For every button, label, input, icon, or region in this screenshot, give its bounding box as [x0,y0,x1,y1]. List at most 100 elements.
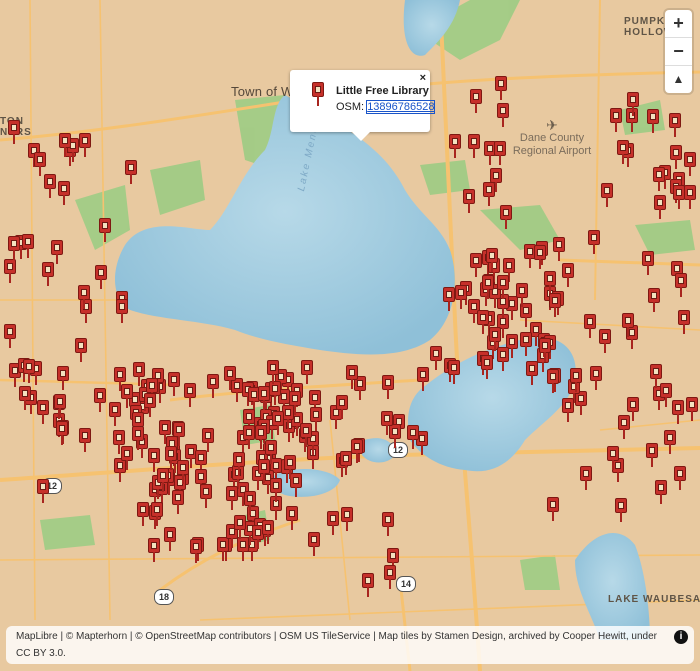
little-free-library-icon[interactable] [516,283,529,308]
little-free-library-icon[interactable] [489,327,502,352]
little-free-library-icon[interactable] [3,259,16,284]
little-free-library-icon[interactable] [165,445,178,470]
little-free-library-icon[interactable] [489,167,502,192]
little-free-library-icon[interactable] [618,415,631,440]
little-free-library-icon[interactable] [99,218,112,243]
little-free-library-icon[interactable] [51,240,64,265]
little-free-library-icon[interactable] [641,250,654,275]
little-free-library-icon[interactable] [286,505,299,530]
little-free-library-icon[interactable] [148,538,161,563]
zoom-out-button[interactable]: − [665,38,692,66]
little-free-library-icon[interactable] [7,120,20,145]
little-free-library-icon[interactable] [496,102,509,127]
little-free-library-icon[interactable] [443,286,456,311]
little-free-library-icon[interactable] [189,538,202,563]
reset-north-button[interactable]: ▲ [665,66,692,93]
little-free-library-icon[interactable] [583,314,596,339]
little-free-library-icon[interactable] [351,438,364,463]
little-free-library-icon[interactable] [380,411,393,436]
little-free-library-icon[interactable] [381,374,394,399]
little-free-library-icon[interactable] [289,391,302,415]
little-free-library-icon[interactable] [463,188,476,213]
little-free-library-icon[interactable] [497,274,510,299]
info-icon[interactable]: i [674,630,688,644]
little-free-library-icon[interactable] [56,421,69,446]
little-free-library-icon[interactable] [78,285,91,310]
little-free-library-icon[interactable] [653,195,666,220]
little-free-library-icon[interactable] [615,498,628,523]
little-free-library-icon[interactable] [547,369,560,394]
little-free-library-icon[interactable] [384,565,397,590]
little-free-library-icon[interactable] [95,265,108,290]
little-free-library-icon[interactable] [494,76,507,101]
little-free-library-icon[interactable] [36,399,49,424]
little-free-library-icon[interactable] [199,484,212,508]
little-free-library-icon[interactable] [226,485,239,510]
little-free-library-icon[interactable] [646,109,659,134]
little-free-library-icon[interactable] [449,133,462,158]
little-free-library-icon[interactable] [416,367,429,392]
little-free-library-icon[interactable] [150,502,163,527]
little-free-library-icon[interactable] [493,141,506,166]
little-free-library-icon[interactable] [4,323,17,348]
little-free-library-icon[interactable] [255,424,268,449]
little-free-library-icon[interactable] [617,140,630,165]
little-free-library-icon[interactable] [646,443,659,468]
little-free-library-icon[interactable] [561,397,574,422]
little-free-library-icon[interactable] [362,573,375,598]
little-free-library-icon[interactable] [470,88,483,113]
little-free-library-icon[interactable] [590,365,602,390]
little-free-library-icon[interactable] [78,428,91,453]
little-free-library-icon[interactable] [672,184,685,209]
little-free-library-icon[interactable] [430,346,443,371]
little-free-library-icon[interactable] [125,160,138,185]
little-free-library-icon[interactable] [41,262,54,286]
little-free-library-icon[interactable] [454,285,467,310]
little-free-library-icon[interactable] [499,204,512,229]
little-free-library-icon[interactable] [599,329,612,354]
little-free-library-icon[interactable] [346,365,359,390]
little-free-library-icon[interactable] [340,506,353,531]
zoom-in-button[interactable]: + [665,10,692,38]
little-free-library-icon[interactable] [75,338,88,363]
little-free-library-icon[interactable] [448,359,461,384]
little-free-library-icon[interactable] [172,490,185,515]
little-free-library-icon[interactable] [307,532,320,557]
little-free-library-icon[interactable] [206,374,219,399]
little-free-library-icon[interactable] [266,360,279,385]
little-free-library-icon[interactable] [670,145,683,170]
little-free-library-icon[interactable] [336,395,349,420]
little-free-library-icon[interactable] [477,309,490,334]
little-free-library-icon[interactable] [553,237,566,262]
little-free-library-icon[interactable] [173,421,185,446]
little-free-library-icon[interactable] [242,424,255,449]
little-free-library-icon[interactable] [272,411,285,436]
little-free-library-icon[interactable] [671,399,684,424]
little-free-library-icon[interactable] [236,536,249,561]
little-free-library-icon[interactable] [683,151,696,176]
little-free-library-icon[interactable] [569,367,582,392]
little-free-library-icon[interactable] [59,133,72,158]
little-free-library-icon[interactable] [606,446,619,471]
little-free-library-icon[interactable] [482,275,495,300]
little-free-library-icon[interactable] [78,132,91,157]
little-free-library-icon[interactable] [534,244,547,269]
little-free-library-icon[interactable] [601,183,614,208]
little-free-library-icon[interactable] [120,383,133,408]
little-free-library-icon[interactable] [158,420,171,445]
little-free-library-icon[interactable] [684,185,697,210]
little-free-library-icon[interactable] [406,425,419,449]
little-free-library-icon[interactable] [44,174,57,199]
little-free-library-icon[interactable] [257,459,270,484]
little-free-library-icon[interactable] [108,402,121,427]
little-free-library-icon[interactable] [284,455,297,480]
little-free-library-icon[interactable] [232,451,245,476]
little-free-library-icon[interactable] [7,236,20,261]
little-free-library-icon[interactable] [327,511,340,536]
map-canvas[interactable]: Town of We ✈ Dane County Regional Airpor… [0,0,700,671]
little-free-library-icon[interactable] [22,359,35,384]
little-free-library-icon[interactable] [262,520,275,545]
little-free-library-icon[interactable] [686,397,698,422]
little-free-library-icon[interactable] [56,366,69,391]
little-free-library-icon[interactable] [244,491,257,516]
